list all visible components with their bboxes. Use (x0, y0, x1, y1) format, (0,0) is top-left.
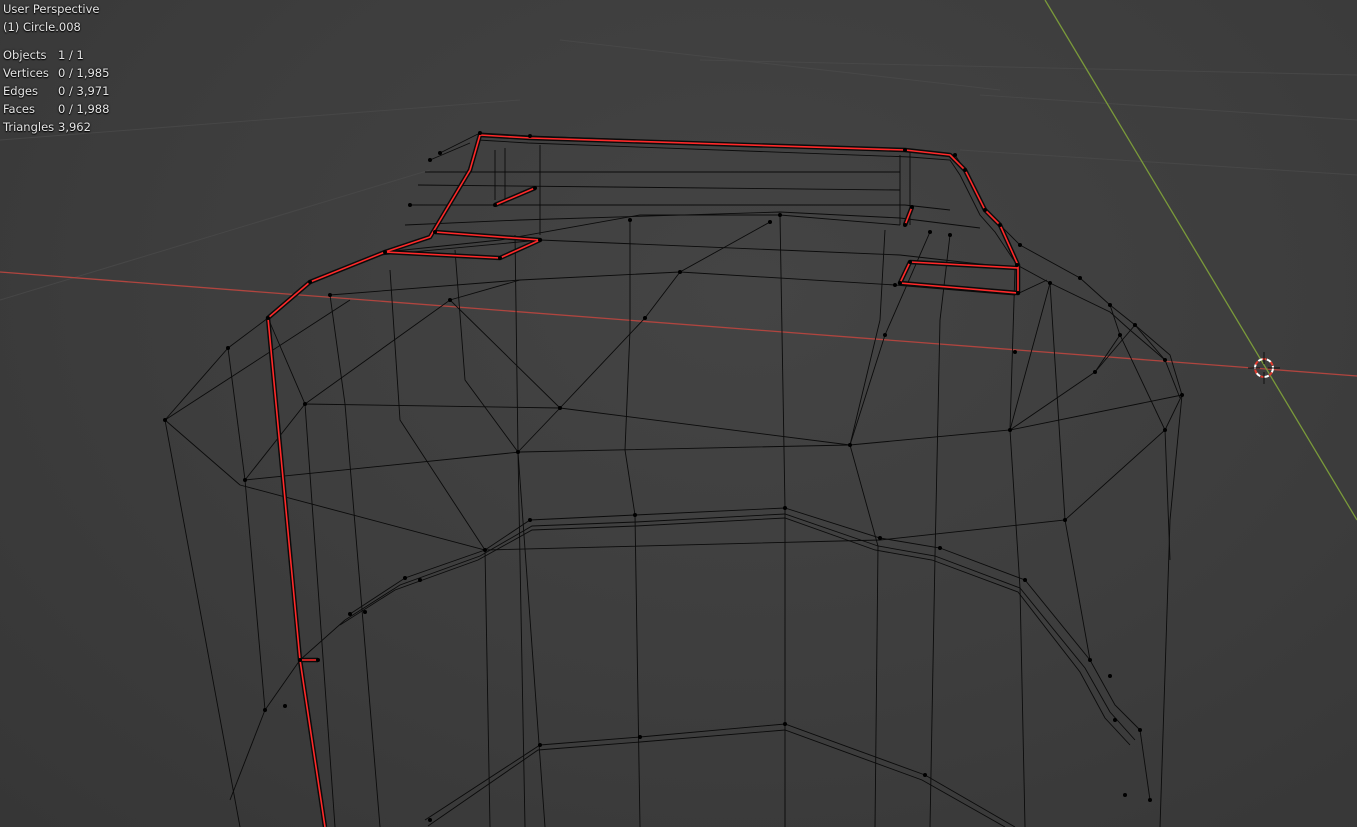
floor-grid (0, 39, 1357, 301)
3d-cursor-icon[interactable] (1248, 352, 1280, 384)
x-axis-line (0, 271, 1357, 377)
y-axis-line (1044, 0, 1357, 521)
seam-edges (265, 132, 1021, 827)
mesh-wireframe (164, 132, 1183, 827)
mesh-vertices (163, 131, 1184, 822)
3d-viewport[interactable]: User Perspective (1) Circle.008 Objects … (0, 0, 1357, 827)
viewport-scene[interactable] (0, 0, 1357, 827)
